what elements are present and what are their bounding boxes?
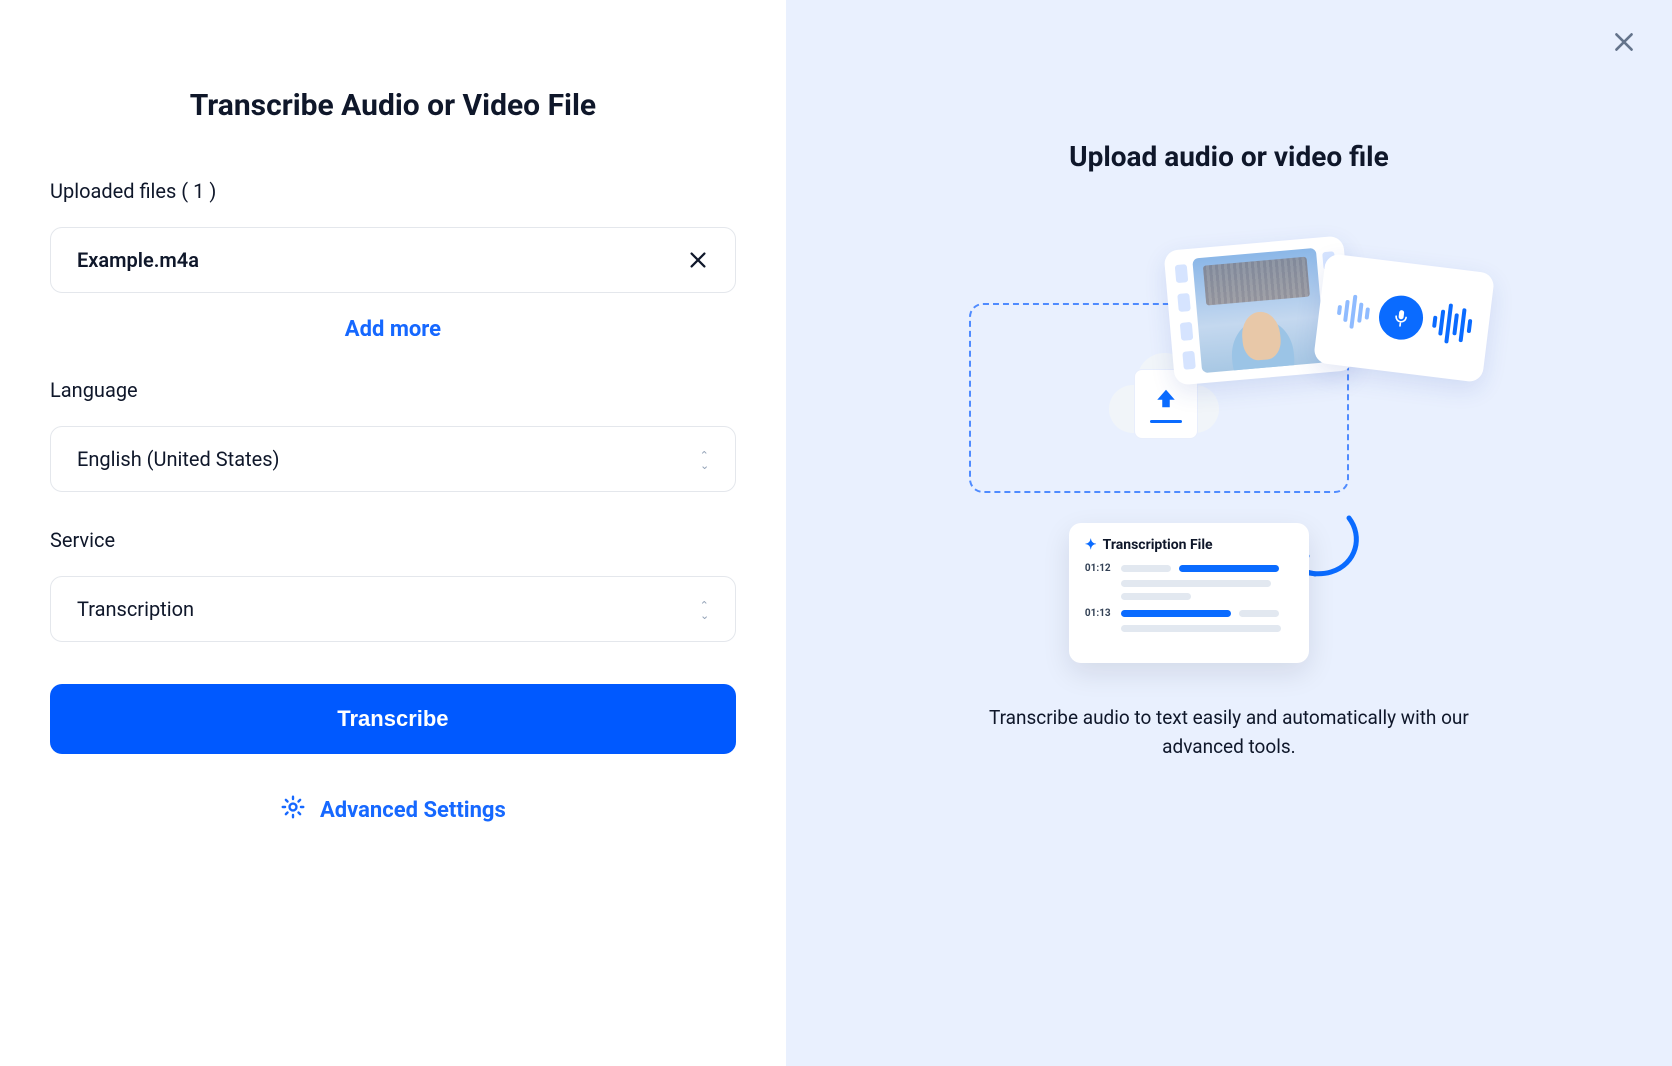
chevrons-icon: ⌃⌃ — [700, 453, 709, 465]
advanced-settings-button[interactable]: Advanced Settings — [50, 794, 736, 826]
page-title: Transcribe Audio or Video File — [50, 88, 736, 123]
promo-panel: Upload audio or video file — [786, 0, 1672, 1066]
close-button[interactable] — [1608, 28, 1640, 60]
promo-illustration: ✦ Transcription File 01:12 01:13 — [969, 233, 1489, 663]
transcription-card-illustration: ✦ Transcription File 01:12 01:13 — [1069, 523, 1309, 663]
transcription-card-title: Transcription File — [1103, 537, 1213, 553]
service-select[interactable]: Transcription ⌃⌃ — [50, 576, 736, 642]
chevrons-icon: ⌃⌃ — [700, 603, 709, 615]
uploaded-files-label: Uploaded files ( 1 ) — [50, 179, 736, 203]
form-panel: Transcribe Audio or Video File Uploaded … — [0, 0, 786, 1066]
service-value: Transcription — [77, 597, 194, 621]
add-more-button[interactable]: Add more — [50, 317, 736, 342]
file-name: Example.m4a — [77, 248, 199, 272]
audio-card-illustration — [1313, 253, 1495, 383]
language-label: Language — [50, 378, 736, 402]
promo-subtitle: Transcribe audio to text easily and auto… — [979, 703, 1479, 762]
close-icon — [1611, 29, 1637, 59]
sparkle-icon: ✦ — [1085, 537, 1097, 553]
promo-title: Upload audio or video file — [1069, 140, 1389, 173]
advanced-settings-label: Advanced Settings — [320, 798, 506, 823]
uploaded-file-chip: Example.m4a — [50, 227, 736, 293]
timestamp: 01:13 — [1085, 608, 1113, 619]
language-select[interactable]: English (United States) ⌃⌃ — [50, 426, 736, 492]
gear-icon — [280, 794, 306, 826]
remove-file-icon[interactable] — [687, 249, 709, 271]
transcribe-button[interactable]: Transcribe — [50, 684, 736, 754]
service-label: Service — [50, 528, 736, 552]
mic-icon — [1376, 293, 1425, 342]
timestamp: 01:12 — [1085, 563, 1113, 574]
language-value: English (United States) — [77, 447, 280, 471]
